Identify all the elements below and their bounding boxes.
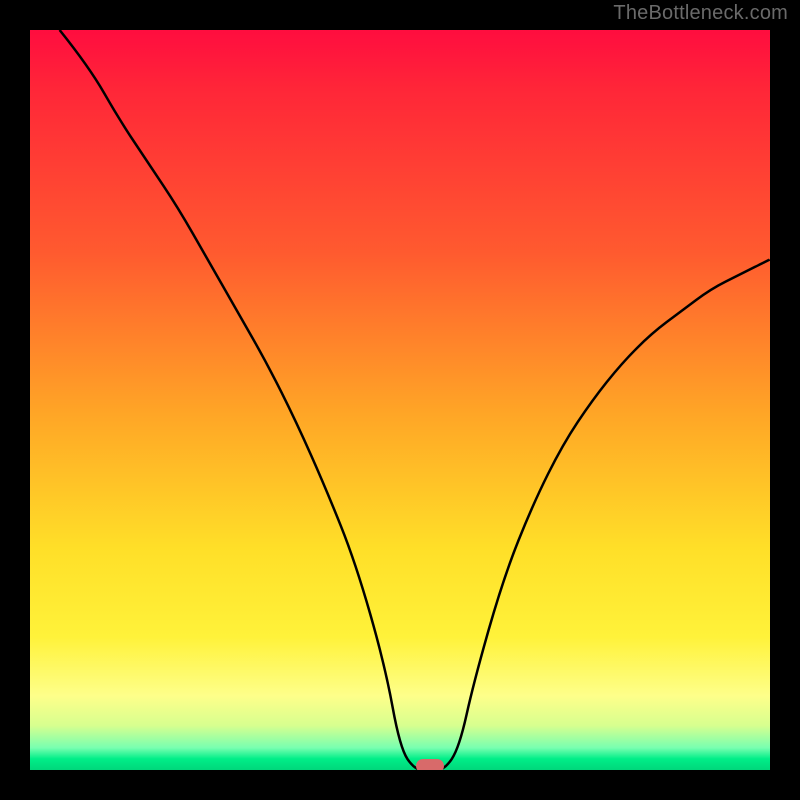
bottleneck-curve [30, 30, 770, 770]
watermark: TheBottleneck.com [613, 2, 788, 25]
plot-area [30, 30, 770, 770]
min-marker-icon [416, 759, 444, 770]
chart-frame: TheBottleneck.com [0, 0, 800, 800]
